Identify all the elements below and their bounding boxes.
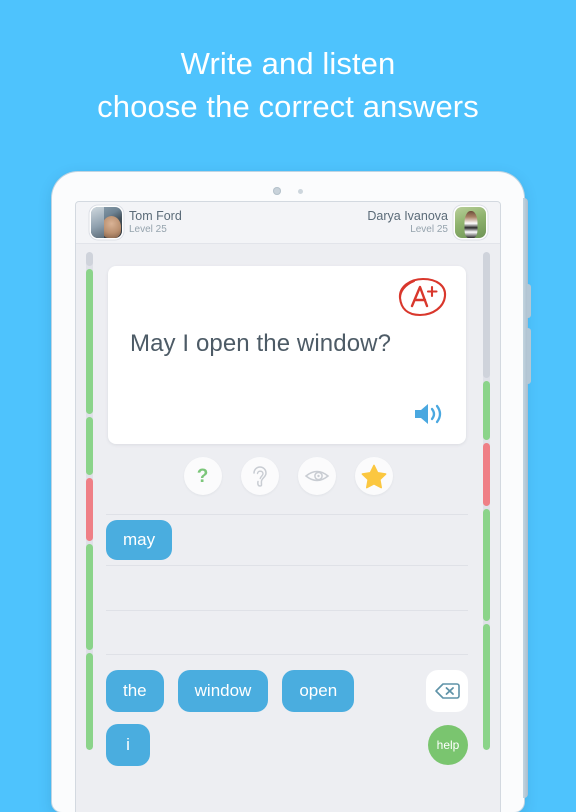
headline-line-2: choose the correct answers xyxy=(97,89,479,124)
answer-area: may xyxy=(106,514,468,611)
progress-segment xyxy=(483,252,490,379)
avatar-tom-ford xyxy=(91,207,122,238)
word-bank-row-1: the window open xyxy=(106,670,468,712)
backspace-delete-button[interactable] xyxy=(426,670,468,712)
app-screen: Tom Ford Level 25 Darya Ivanova Level 25 xyxy=(76,202,500,812)
favorite-star-button[interactable] xyxy=(354,457,393,495)
progress-segment xyxy=(86,269,93,415)
answer-row-empty[interactable] xyxy=(106,566,468,610)
progress-segment xyxy=(86,544,93,651)
progress-rail-left xyxy=(86,252,93,750)
question-card: May I open the window? xyxy=(108,266,466,444)
star-icon xyxy=(361,464,386,488)
player-left-name: Tom Ford xyxy=(129,209,182,224)
player-right-name: Darya Ivanova xyxy=(367,209,448,224)
player-right-level: Level 25 xyxy=(410,223,448,235)
helper-button-row: ? xyxy=(76,457,500,495)
progress-segment xyxy=(86,653,93,750)
hint-question-button[interactable]: ? xyxy=(183,457,222,495)
answer-line-bottom xyxy=(106,610,468,611)
progress-rail-right xyxy=(483,252,490,750)
proximity-sensor-icon xyxy=(298,188,303,194)
tablet-volume-button[interactable] xyxy=(527,328,531,384)
eye-icon xyxy=(304,470,329,482)
question-mark-icon: ? xyxy=(196,465,209,487)
front-camera-icon xyxy=(273,187,281,195)
word-bank-chip[interactable]: i xyxy=(106,724,150,766)
progress-segment xyxy=(483,623,490,750)
selected-word-chip[interactable]: may xyxy=(106,520,173,560)
headline-line-1: Write and listen xyxy=(180,46,396,81)
player-right[interactable]: Darya Ivanova Level 25 xyxy=(367,207,486,238)
tablet-power-button[interactable] xyxy=(527,284,531,318)
progress-segment xyxy=(483,381,490,440)
promo-screen: Write and listen choose the correct answ… xyxy=(0,0,576,812)
answer-row-selected[interactable]: may xyxy=(106,515,468,565)
help-button[interactable]: help xyxy=(428,725,468,765)
avatar-darya-ivanova xyxy=(455,207,486,238)
tablet-bezel-sensors xyxy=(52,184,524,198)
reveal-eye-button[interactable] xyxy=(297,457,336,495)
page-title: Write and listen choose the correct answ… xyxy=(0,42,576,128)
question-text: May I open the window? xyxy=(130,330,392,357)
word-bank: the window open i help xyxy=(106,654,468,778)
speaker-sound-icon[interactable] xyxy=(412,400,446,428)
listen-ear-button[interactable] xyxy=(240,457,279,495)
player-left-level: Level 25 xyxy=(129,223,167,235)
progress-segment xyxy=(483,508,490,621)
word-bank-row-2: i help xyxy=(106,724,468,766)
players-header: Tom Ford Level 25 Darya Ivanova Level 25 xyxy=(76,202,500,244)
backspace-delete-icon xyxy=(435,683,460,699)
word-bank-chip[interactable]: open xyxy=(282,670,355,712)
tablet-device-frame: Tom Ford Level 25 Darya Ivanova Level 25 xyxy=(52,172,531,812)
word-bank-chip[interactable]: the xyxy=(106,670,164,712)
ear-icon xyxy=(252,466,267,487)
progress-segment xyxy=(86,252,93,267)
word-bank-chip[interactable]: window xyxy=(177,670,269,712)
player-left[interactable]: Tom Ford Level 25 xyxy=(91,207,182,238)
grade-a-plus-icon xyxy=(394,274,450,320)
